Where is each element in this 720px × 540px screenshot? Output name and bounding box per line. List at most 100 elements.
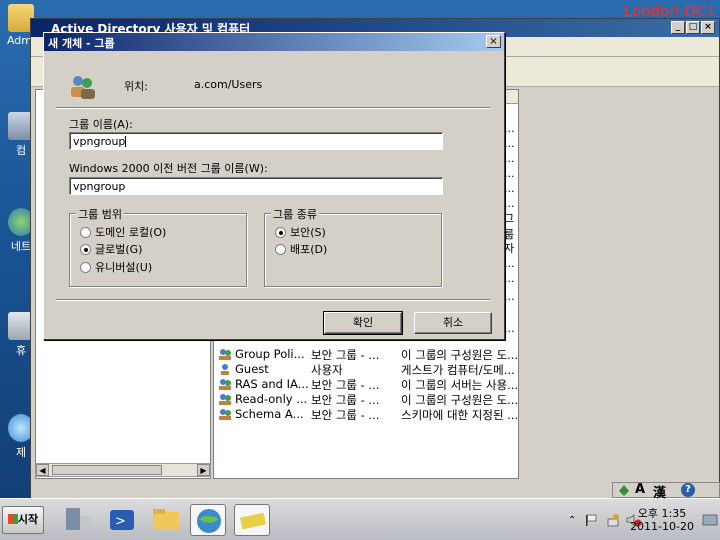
hanja-button[interactable]: 漢	[653, 482, 666, 501]
radio-icon	[80, 227, 91, 238]
list-partial-text: ...	[504, 272, 515, 285]
group-name-label: 그룹 이름(A):	[69, 118, 133, 131]
group-type-title: 그룹 종류	[271, 206, 319, 222]
radio-icon	[275, 244, 286, 255]
row-desc: 게스트가 컴퓨터/도메...	[401, 363, 515, 377]
row-desc: 이 그룹의 서버는 사용...	[401, 378, 519, 392]
list-partial-text: ...	[504, 322, 515, 335]
taskbar: 시작 > ⌃ 오후 1:35 2011-10-20	[0, 498, 720, 540]
list-partial-text: ...	[504, 257, 515, 270]
row-name: Guest	[235, 362, 269, 376]
clock-date: 2011-10-20	[630, 520, 694, 533]
row-desc: 스키마에 대한 지정된 ...	[401, 408, 519, 422]
input-mode-indicator[interactable]: A	[635, 482, 645, 497]
dialog-titlebar[interactable]: 새 개체 - 그룹	[44, 33, 504, 51]
tree-horizontal-scrollbar[interactable]: ◀ ▶	[35, 463, 211, 477]
close-button[interactable]: ×	[701, 21, 715, 34]
group-scope-box: 그룹 범위 도메인 로컬(O) 글로벌(G) 유니버설(U)	[69, 206, 247, 287]
group-type-box: 그룹 종류 보안(S) 배포(D)	[264, 206, 442, 287]
powershell-icon[interactable]: >	[104, 504, 140, 536]
svg-text:>: >	[115, 514, 126, 529]
group-icon	[218, 408, 232, 421]
dialog-title: 새 개체 - 그룹	[48, 37, 115, 50]
group-scope-title: 그룹 범위	[76, 206, 124, 222]
scope-global-radio[interactable]: 글로벌(G)	[80, 241, 142, 257]
clock-time: 오후 1:35	[637, 507, 687, 520]
radio-label: 글로벌(G)	[95, 243, 143, 256]
show-desktop-icon[interactable]	[702, 513, 718, 530]
radio-icon	[80, 262, 91, 273]
group-icon	[218, 348, 232, 361]
scope-universal-radio[interactable]: 유니버설(U)	[80, 259, 152, 275]
language-bar[interactable]: A 漢 ?	[612, 482, 720, 501]
server-manager-icon[interactable]	[60, 504, 96, 536]
explorer-icon[interactable]	[148, 504, 184, 536]
pre2000-name-input[interactable]: vpngroup	[69, 177, 443, 195]
new-group-dialog[interactable]: 새 개체 - 그룹 × 위치: a.com/Users 그룹 이름(A): vp…	[43, 32, 505, 340]
table-row[interactable]: Guest 사용자 게스트가 컴퓨터/도메...	[218, 362, 518, 377]
ime-icon[interactable]	[617, 483, 631, 501]
group-name-value: vpngroup	[73, 135, 126, 148]
list-partial-text: 자	[504, 242, 515, 255]
dialog-close-button[interactable]: ×	[486, 35, 501, 48]
scope-domain-local-radio[interactable]: 도메인 로컬(O)	[80, 224, 166, 240]
row-name: Schema A...	[235, 407, 304, 421]
table-row[interactable]: RAS and IA... 보안 그룹 - ... 이 그룹의 서버는 사용..…	[218, 377, 518, 392]
location-value: a.com/Users	[194, 78, 263, 91]
ok-button[interactable]: 확인	[323, 311, 403, 335]
group-icon	[68, 73, 98, 101]
separator	[56, 107, 490, 109]
radio-selected-icon	[80, 244, 91, 255]
maximize-button[interactable]: □	[686, 21, 700, 34]
list-partial-text: ...	[504, 197, 515, 210]
system-clock[interactable]: 오후 1:35 2011-10-20	[630, 507, 694, 533]
separator	[56, 299, 490, 301]
row-type: 보안 그룹 - ...	[311, 378, 380, 392]
table-row[interactable]: Schema A... 보안 그룹 - ... 스키마에 대한 지정된 ...	[218, 407, 518, 422]
row-name: Group Poli...	[235, 347, 305, 361]
ad-tool-taskbar-icon[interactable]	[234, 504, 270, 536]
radio-label: 보안(S)	[290, 226, 326, 239]
row-desc: 이 그룹의 구성원은 도...	[401, 348, 519, 362]
type-distribution-radio[interactable]: 배포(D)	[275, 241, 327, 257]
network-status-icon[interactable]	[606, 513, 620, 530]
show-hidden-icons-icon[interactable]: ⌃	[568, 515, 576, 526]
group-name-input[interactable]: vpngroup	[69, 132, 443, 150]
ad-users-computers-taskbar-icon[interactable]	[190, 504, 226, 536]
type-security-radio[interactable]: 보안(S)	[275, 224, 326, 240]
help-icon[interactable]: ?	[681, 483, 695, 497]
row-type: 보안 그룹 - ...	[311, 348, 380, 362]
minimize-button[interactable]: _	[671, 21, 685, 34]
start-label: 시작	[17, 513, 39, 526]
scroll-right-icon[interactable]: ▶	[197, 464, 210, 476]
scroll-thumb[interactable]	[52, 465, 162, 475]
row-type: 보안 그룹 - ...	[311, 408, 380, 422]
system-tray: ⌃ 오후 1:35 2011-10-20	[550, 503, 720, 537]
text-caret	[125, 136, 127, 147]
user-icon	[218, 363, 232, 376]
scroll-left-icon[interactable]: ◀	[36, 464, 49, 476]
pre2000-name-value: vpngroup	[73, 180, 126, 193]
list-partial-text: 그룹	[504, 212, 515, 241]
radio-label: 배포(D)	[290, 243, 328, 256]
start-button[interactable]: 시작	[2, 506, 44, 534]
table-row[interactable]: Group Poli... 보안 그룹 - ... 이 그룹의 구성원은 도..…	[218, 347, 518, 362]
group-icon	[218, 393, 232, 406]
flag-icon[interactable]	[584, 513, 598, 530]
row-type: 보안 그룹 - ...	[311, 393, 380, 407]
windows-logo-icon	[7, 514, 18, 524]
row-type: 사용자	[311, 363, 343, 377]
pre2000-name-label: Windows 2000 이전 버전 그룹 이름(W):	[69, 162, 268, 175]
radio-label: 도메인 로컬(O)	[95, 226, 167, 239]
table-row[interactable]: Read-only ... 보안 그룹 - ... 이 그룹의 구성원은 도..…	[218, 392, 518, 407]
machine-name-label: London-DC1	[624, 2, 716, 20]
cancel-button[interactable]: 취소	[414, 312, 492, 334]
row-desc: 이 그룹의 구성원은 도...	[401, 393, 519, 407]
list-partial-text: ...	[504, 290, 515, 303]
list-partial-text: ...	[504, 137, 515, 150]
list-partial-text: ...	[504, 167, 515, 180]
radio-selected-icon	[275, 227, 286, 238]
row-name: RAS and IA...	[235, 377, 309, 391]
list-partial-text: ...	[504, 122, 515, 135]
list-partial-text: ...	[504, 182, 515, 195]
